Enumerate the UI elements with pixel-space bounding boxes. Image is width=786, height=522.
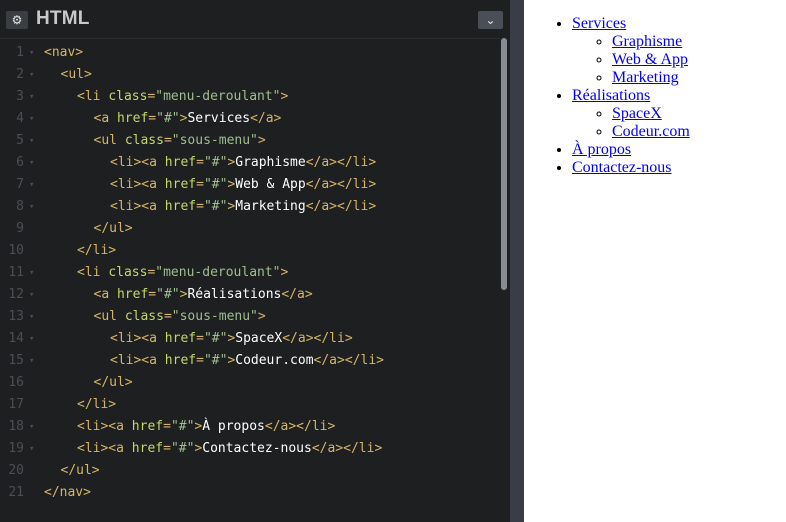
panel-resize-divider[interactable] xyxy=(510,0,524,522)
panel-title: HTML xyxy=(36,8,90,29)
sub-menu-link[interactable]: Marketing xyxy=(612,69,679,86)
line-number: 6 xyxy=(16,155,24,170)
fold-arrow-icon[interactable]: ▾ xyxy=(29,174,34,196)
fold-arrow-icon[interactable]: ▾ xyxy=(29,328,34,350)
sub-menu-link[interactable]: Codeur.com xyxy=(612,123,690,140)
menu-link[interactable]: Réalisations xyxy=(572,87,650,104)
line-number: 20 xyxy=(8,463,24,478)
menu-link[interactable]: Contactez-nous xyxy=(572,159,672,176)
code-text: <li><a href="#">Codeur.com</a></li> xyxy=(110,353,384,368)
code-text: </li> xyxy=(77,397,117,412)
code-text: </nav> xyxy=(44,485,91,500)
code-text: </ul> xyxy=(60,463,100,478)
menu-item: À propos xyxy=(572,141,690,159)
menu-link[interactable]: À propos xyxy=(572,141,631,158)
sub-menu: GraphismeWeb & AppMarketing xyxy=(572,33,690,87)
line-number: 8 xyxy=(16,199,24,214)
fold-arrow-icon[interactable]: ▾ xyxy=(29,64,34,86)
sub-menu-item: SpaceX xyxy=(612,105,690,123)
line-number: 7 xyxy=(16,177,24,192)
editor-header: ⚙ HTML ⌄ xyxy=(0,0,510,39)
line-number: 3 xyxy=(16,89,24,104)
code-text: <ul class="sous-menu"> xyxy=(93,309,266,324)
line-number: 12 xyxy=(8,287,24,302)
code-text: </li> xyxy=(77,243,117,258)
fold-arrow-icon[interactable]: ▾ xyxy=(29,284,34,306)
chevron-down-icon[interactable]: ⌄ xyxy=(478,11,503,29)
line-number: 21 xyxy=(8,485,24,500)
result-preview: ServicesGraphismeWeb & AppMarketingRéali… xyxy=(524,0,786,522)
code-text: <a href="#">Réalisations</a> xyxy=(93,287,313,302)
fold-arrow-icon[interactable]: ▾ xyxy=(29,130,34,152)
code-text: <li><a href="#">Contactez-nous</a></li> xyxy=(77,441,383,456)
fold-arrow-icon[interactable]: ▾ xyxy=(29,438,34,460)
menu-item: Contactez-nous xyxy=(572,159,690,177)
sub-menu-item: Codeur.com xyxy=(612,123,690,141)
menu-link[interactable]: Services xyxy=(572,15,626,32)
line-number: 14 xyxy=(8,331,24,346)
code-text: <a href="#">Services</a> xyxy=(93,111,282,126)
line-number: 5 xyxy=(16,133,24,148)
code-text: <li><a href="#">Graphisme</a></li> xyxy=(110,155,377,170)
fold-arrow-icon[interactable]: ▾ xyxy=(29,306,34,328)
line-number: 10 xyxy=(8,243,24,258)
menu-item: ServicesGraphismeWeb & AppMarketing xyxy=(572,15,690,87)
editor-scrollbar-thumb[interactable] xyxy=(501,38,507,290)
sub-menu-link[interactable]: Graphisme xyxy=(612,33,682,50)
line-number: 19 xyxy=(8,441,24,456)
code-text: <li><a href="#">Marketing</a></li> xyxy=(110,199,377,214)
fold-arrow-icon[interactable]: ▾ xyxy=(29,152,34,174)
sub-menu: SpaceXCodeur.com xyxy=(572,105,690,141)
line-number: 15 xyxy=(8,353,24,368)
line-number: 16 xyxy=(8,375,24,390)
sub-menu-item: Marketing xyxy=(612,69,690,87)
code-text: <li class="menu-deroulant"> xyxy=(77,265,289,280)
code-text: <ul class="sous-menu"> xyxy=(93,133,266,148)
line-number: 2 xyxy=(16,67,24,82)
fold-arrow-icon[interactable]: ▾ xyxy=(29,42,34,64)
sub-menu-link[interactable]: SpaceX xyxy=(612,105,662,122)
fold-arrow-icon[interactable]: ▾ xyxy=(29,416,34,438)
fold-arrow-icon[interactable]: ▾ xyxy=(29,262,34,284)
code-editor[interactable]: 1 ▾ <nav> 2 ▾ <ul> 3 ▾ <li class="menu-deroulant… xyxy=(0,42,500,512)
code-text: <li><a href="#">Web & App</a></li> xyxy=(110,177,377,192)
sub-menu-link[interactable]: Web & App xyxy=(612,51,688,68)
fold-arrow-icon[interactable]: ▾ xyxy=(29,350,34,372)
code-text: </ul> xyxy=(93,221,133,236)
sub-menu-item: Web & App xyxy=(612,51,690,69)
line-number: 11 xyxy=(8,265,24,280)
fold-arrow-icon[interactable]: ▾ xyxy=(29,108,34,130)
code-text: </ul> xyxy=(93,375,133,390)
sub-menu-item: Graphisme xyxy=(612,33,690,51)
line-number: 1 xyxy=(16,45,24,60)
code-text: <li><a href="#">SpaceX</a></li> xyxy=(110,331,353,346)
fold-arrow-icon[interactable]: ▾ xyxy=(29,196,34,218)
code-text: <ul> xyxy=(60,67,92,82)
line-number: 17 xyxy=(8,397,24,412)
line-number: 9 xyxy=(16,221,24,236)
line-number: 18 xyxy=(8,419,24,434)
code-text: <li class="menu-deroulant"> xyxy=(77,89,289,104)
nav-menu: ServicesGraphismeWeb & AppMarketingRéali… xyxy=(532,15,690,177)
fold-arrow-icon[interactable]: ▾ xyxy=(29,86,34,108)
line-number: 13 xyxy=(8,309,24,324)
menu-item: RéalisationsSpaceXCodeur.com xyxy=(572,87,690,141)
settings-gear-icon[interactable]: ⚙ xyxy=(6,11,28,29)
code-text: <nav> xyxy=(44,45,84,60)
line-number: 4 xyxy=(16,111,24,126)
code-text: <li><a href="#">À propos</a></li> xyxy=(77,419,336,434)
html-editor-panel: ⚙ HTML ⌄ 1 ▾ <nav> 2 ▾ <ul> 3 ▾ <li class="menu-… xyxy=(0,0,510,522)
